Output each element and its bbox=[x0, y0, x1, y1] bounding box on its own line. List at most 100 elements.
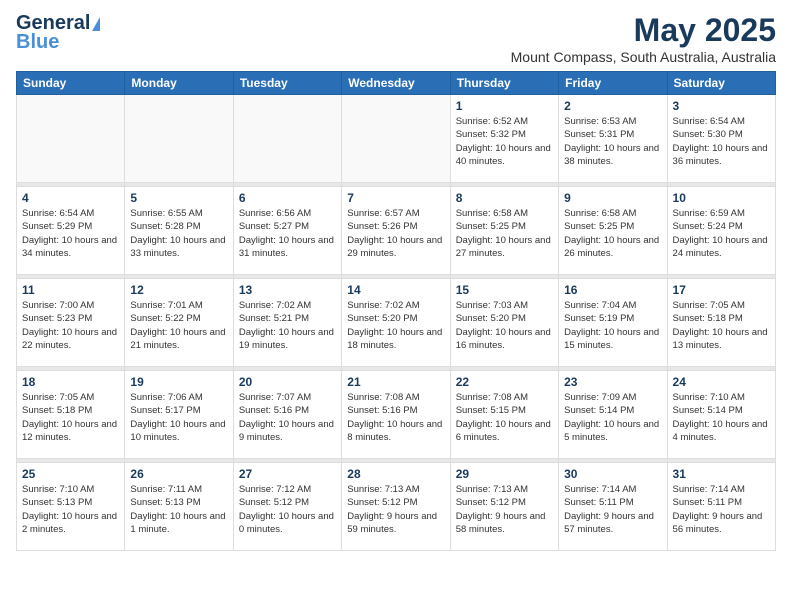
sunset-label: Sunset: 5:18 PM bbox=[673, 313, 743, 324]
sunset-label: Sunset: 5:14 PM bbox=[673, 405, 743, 416]
daylight-label: Daylight: 10 hours and 18 minutes. bbox=[347, 327, 442, 351]
day-number: 30 bbox=[564, 467, 661, 481]
table-row: 2 Sunrise: 6:53 AM Sunset: 5:31 PM Dayli… bbox=[559, 95, 667, 183]
daylight-label: Daylight: 10 hours and 33 minutes. bbox=[130, 235, 225, 259]
title-block: May 2025 Mount Compass, South Australia,… bbox=[511, 12, 776, 65]
daylight-label: Daylight: 10 hours and 40 minutes. bbox=[456, 143, 551, 167]
col-wednesday: Wednesday bbox=[342, 72, 450, 95]
daylight-label: Daylight: 10 hours and 24 minutes. bbox=[673, 235, 768, 259]
table-row: 27 Sunrise: 7:12 AM Sunset: 5:12 PM Dayl… bbox=[233, 463, 341, 551]
day-info: Sunrise: 6:57 AM Sunset: 5:26 PM Dayligh… bbox=[347, 207, 444, 260]
calendar-header-row: Sunday Monday Tuesday Wednesday Thursday… bbox=[17, 72, 776, 95]
calendar-table: Sunday Monday Tuesday Wednesday Thursday… bbox=[16, 71, 776, 551]
day-info: Sunrise: 7:08 AM Sunset: 5:15 PM Dayligh… bbox=[456, 391, 553, 444]
sunrise-label: Sunrise: 7:07 AM bbox=[239, 392, 311, 403]
daylight-label: Daylight: 10 hours and 4 minutes. bbox=[673, 419, 768, 443]
day-info: Sunrise: 7:03 AM Sunset: 5:20 PM Dayligh… bbox=[456, 299, 553, 352]
col-tuesday: Tuesday bbox=[233, 72, 341, 95]
day-number: 27 bbox=[239, 467, 336, 481]
day-number: 24 bbox=[673, 375, 770, 389]
day-number: 26 bbox=[130, 467, 227, 481]
day-number: 29 bbox=[456, 467, 553, 481]
calendar-week-row: 18 Sunrise: 7:05 AM Sunset: 5:18 PM Dayl… bbox=[17, 371, 776, 459]
daylight-label: Daylight: 10 hours and 15 minutes. bbox=[564, 327, 659, 351]
header: General Blue May 2025 Mount Compass, Sou… bbox=[16, 12, 776, 65]
day-info: Sunrise: 6:52 AM Sunset: 5:32 PM Dayligh… bbox=[456, 115, 553, 168]
day-info: Sunrise: 7:07 AM Sunset: 5:16 PM Dayligh… bbox=[239, 391, 336, 444]
table-row: 15 Sunrise: 7:03 AM Sunset: 5:20 PM Dayl… bbox=[450, 279, 558, 367]
table-row: 5 Sunrise: 6:55 AM Sunset: 5:28 PM Dayli… bbox=[125, 187, 233, 275]
daylight-label: Daylight: 9 hours and 56 minutes. bbox=[673, 511, 763, 535]
daylight-label: Daylight: 10 hours and 38 minutes. bbox=[564, 143, 659, 167]
table-row: 18 Sunrise: 7:05 AM Sunset: 5:18 PM Dayl… bbox=[17, 371, 125, 459]
day-info: Sunrise: 7:13 AM Sunset: 5:12 PM Dayligh… bbox=[347, 483, 444, 536]
col-monday: Monday bbox=[125, 72, 233, 95]
table-row: 1 Sunrise: 6:52 AM Sunset: 5:32 PM Dayli… bbox=[450, 95, 558, 183]
table-row: 31 Sunrise: 7:14 AM Sunset: 5:11 PM Dayl… bbox=[667, 463, 775, 551]
sunrise-label: Sunrise: 7:01 AM bbox=[130, 300, 202, 311]
table-row bbox=[342, 95, 450, 183]
sunrise-label: Sunrise: 7:06 AM bbox=[130, 392, 202, 403]
sunrise-label: Sunrise: 7:08 AM bbox=[456, 392, 528, 403]
sunrise-label: Sunrise: 7:10 AM bbox=[22, 484, 94, 495]
day-number: 20 bbox=[239, 375, 336, 389]
table-row: 17 Sunrise: 7:05 AM Sunset: 5:18 PM Dayl… bbox=[667, 279, 775, 367]
logo-triangle-icon bbox=[92, 17, 100, 31]
day-number: 1 bbox=[456, 99, 553, 113]
day-info: Sunrise: 7:05 AM Sunset: 5:18 PM Dayligh… bbox=[22, 391, 119, 444]
sunrise-label: Sunrise: 7:04 AM bbox=[564, 300, 636, 311]
day-info: Sunrise: 6:58 AM Sunset: 5:25 PM Dayligh… bbox=[456, 207, 553, 260]
sunset-label: Sunset: 5:31 PM bbox=[564, 129, 634, 140]
sunrise-label: Sunrise: 6:59 AM bbox=[673, 208, 745, 219]
day-info: Sunrise: 7:13 AM Sunset: 5:12 PM Dayligh… bbox=[456, 483, 553, 536]
sunset-label: Sunset: 5:26 PM bbox=[347, 221, 417, 232]
daylight-label: Daylight: 10 hours and 27 minutes. bbox=[456, 235, 551, 259]
calendar-week-row: 4 Sunrise: 6:54 AM Sunset: 5:29 PM Dayli… bbox=[17, 187, 776, 275]
sunset-label: Sunset: 5:23 PM bbox=[22, 313, 92, 324]
sunrise-label: Sunrise: 6:54 AM bbox=[22, 208, 94, 219]
day-info: Sunrise: 7:06 AM Sunset: 5:17 PM Dayligh… bbox=[130, 391, 227, 444]
table-row: 10 Sunrise: 6:59 AM Sunset: 5:24 PM Dayl… bbox=[667, 187, 775, 275]
day-info: Sunrise: 7:12 AM Sunset: 5:12 PM Dayligh… bbox=[239, 483, 336, 536]
daylight-label: Daylight: 10 hours and 6 minutes. bbox=[456, 419, 551, 443]
sunrise-label: Sunrise: 6:53 AM bbox=[564, 116, 636, 127]
day-info: Sunrise: 7:01 AM Sunset: 5:22 PM Dayligh… bbox=[130, 299, 227, 352]
day-info: Sunrise: 7:02 AM Sunset: 5:20 PM Dayligh… bbox=[347, 299, 444, 352]
day-info: Sunrise: 7:00 AM Sunset: 5:23 PM Dayligh… bbox=[22, 299, 119, 352]
day-number: 3 bbox=[673, 99, 770, 113]
day-number: 31 bbox=[673, 467, 770, 481]
table-row: 6 Sunrise: 6:56 AM Sunset: 5:27 PM Dayli… bbox=[233, 187, 341, 275]
sunset-label: Sunset: 5:19 PM bbox=[564, 313, 634, 324]
day-info: Sunrise: 6:54 AM Sunset: 5:30 PM Dayligh… bbox=[673, 115, 770, 168]
table-row: 12 Sunrise: 7:01 AM Sunset: 5:22 PM Dayl… bbox=[125, 279, 233, 367]
sunrise-label: Sunrise: 7:14 AM bbox=[564, 484, 636, 495]
day-number: 12 bbox=[130, 283, 227, 297]
day-info: Sunrise: 7:10 AM Sunset: 5:14 PM Dayligh… bbox=[673, 391, 770, 444]
sunset-label: Sunset: 5:14 PM bbox=[564, 405, 634, 416]
sunset-label: Sunset: 5:12 PM bbox=[456, 497, 526, 508]
sunrise-label: Sunrise: 6:58 AM bbox=[456, 208, 528, 219]
day-number: 21 bbox=[347, 375, 444, 389]
table-row: 21 Sunrise: 7:08 AM Sunset: 5:16 PM Dayl… bbox=[342, 371, 450, 459]
sunrise-label: Sunrise: 7:08 AM bbox=[347, 392, 419, 403]
table-row bbox=[125, 95, 233, 183]
day-info: Sunrise: 7:08 AM Sunset: 5:16 PM Dayligh… bbox=[347, 391, 444, 444]
logo: General Blue bbox=[16, 12, 100, 54]
day-number: 19 bbox=[130, 375, 227, 389]
day-number: 25 bbox=[22, 467, 119, 481]
daylight-label: Daylight: 10 hours and 12 minutes. bbox=[22, 419, 117, 443]
day-number: 23 bbox=[564, 375, 661, 389]
day-number: 14 bbox=[347, 283, 444, 297]
daylight-label: Daylight: 10 hours and 22 minutes. bbox=[22, 327, 117, 351]
sunset-label: Sunset: 5:18 PM bbox=[22, 405, 92, 416]
table-row: 13 Sunrise: 7:02 AM Sunset: 5:21 PM Dayl… bbox=[233, 279, 341, 367]
sunrise-label: Sunrise: 7:02 AM bbox=[239, 300, 311, 311]
sunset-label: Sunset: 5:32 PM bbox=[456, 129, 526, 140]
table-row: 9 Sunrise: 6:58 AM Sunset: 5:25 PM Dayli… bbox=[559, 187, 667, 275]
sunset-label: Sunset: 5:28 PM bbox=[130, 221, 200, 232]
table-row: 8 Sunrise: 6:58 AM Sunset: 5:25 PM Dayli… bbox=[450, 187, 558, 275]
daylight-label: Daylight: 10 hours and 5 minutes. bbox=[564, 419, 659, 443]
sunset-label: Sunset: 5:25 PM bbox=[564, 221, 634, 232]
day-info: Sunrise: 6:55 AM Sunset: 5:28 PM Dayligh… bbox=[130, 207, 227, 260]
day-info: Sunrise: 6:53 AM Sunset: 5:31 PM Dayligh… bbox=[564, 115, 661, 168]
